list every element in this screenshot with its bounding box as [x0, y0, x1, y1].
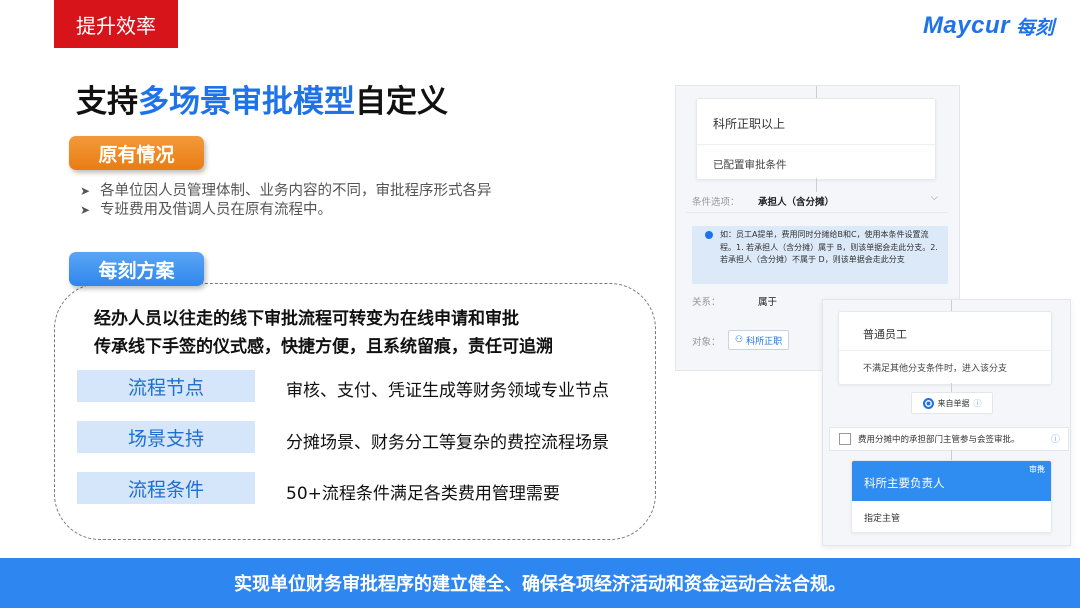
feature-desc: 分摊场景、财务分工等复杂的费控流程场景 — [286, 433, 609, 453]
approval-node-card[interactable]: ✎ 审批 科所主要负责人 指定主管 — [851, 460, 1052, 533]
branch-card[interactable]: 科所正职以上 已配置审批条件 — [696, 98, 936, 180]
flow-connector — [951, 300, 952, 311]
radio-icon[interactable] — [922, 397, 934, 409]
info-icon — [705, 231, 713, 239]
bullet-item: ➤ 专班费用及借调人员在原有流程中。 — [80, 198, 332, 219]
help-icon[interactable]: ⓘ — [1051, 432, 1060, 445]
bottom-banner: 实现单位财务审批程序的建立健全、确保各项经济活动和资金运动合法合规。 — [0, 558, 1080, 608]
solution-pill: 每刻方案 — [69, 252, 204, 286]
feature-label: 流程节点 — [77, 370, 255, 402]
condition-label: 条件选项： — [692, 197, 740, 208]
object-tag[interactable]: ⚇ 科所正职 — [728, 330, 790, 350]
bullet-text: 各单位因人员管理体制、业务内容的不同，审批程序形式各异 — [100, 183, 492, 199]
relation-label: 关系： — [692, 297, 721, 308]
title-part2: 自定义 — [355, 84, 448, 120]
original-situation-pill: 原有情况 — [69, 136, 204, 170]
tip-text: 如：员工A提单，费用同时分摊给B和C，使用本条件设置流程。1. 若承担人（含分摊… — [720, 230, 938, 264]
branch-card-title: 科所正职以上 — [713, 117, 786, 131]
flow-connector — [951, 450, 952, 460]
node-badge: 审批 — [1029, 465, 1045, 474]
condition-row[interactable]: 条件选项： 承担人（含分摊） ⌵ — [686, 190, 948, 213]
condition-select[interactable]: 承担人（含分摊） — [758, 194, 834, 208]
source-radio[interactable]: 来自单据 ⓘ — [911, 392, 993, 414]
title-part1: 支持 — [76, 84, 138, 120]
brand-logo: Maycur 每刻 — [923, 12, 1054, 40]
branch-card-subtitle: 不满足其他分支条件时，进入该分支 — [863, 364, 1008, 374]
checkbox-icon[interactable] — [839, 433, 851, 445]
feature-label: 流程条件 — [77, 472, 255, 504]
section-tag: 提升效率 — [54, 0, 178, 48]
help-icon[interactable]: ⓘ — [974, 398, 982, 409]
arrow-bullet-icon: ➤ — [80, 203, 91, 217]
bullet-text: 专班费用及借调人员在原有流程中。 — [100, 202, 332, 218]
divider — [697, 144, 935, 145]
page-title: 支持多场景审批模型自定义 — [76, 76, 448, 121]
feature-desc: 审核、支付、凭证生成等财务领域专业节点 — [286, 381, 609, 401]
divider — [839, 350, 1051, 351]
logo-text-en: Maycur — [922, 12, 1010, 39]
branch-card-subtitle: 已配置审批条件 — [713, 159, 787, 171]
solution-statement: 传承线下手签的仪式感，快捷方便，且系统留痕，责任可追溯 — [94, 337, 553, 357]
arrow-bullet-icon: ➤ — [80, 184, 91, 198]
chevron-down-icon[interactable]: ⌵ — [931, 192, 938, 203]
logo-text-cn: 每刻 — [1015, 16, 1054, 39]
radio-label: 来自单据 — [937, 398, 970, 408]
approval-node-header: ✎ 审批 科所主要负责人 — [852, 461, 1051, 501]
branch-card-title: 普通员工 — [863, 328, 907, 341]
user-icon: ⚇ — [735, 335, 744, 345]
title-highlight: 多场景审批模型 — [138, 84, 355, 120]
flow-connector — [816, 86, 817, 98]
feature-label: 场景支持 — [77, 421, 255, 453]
checkbox-label: 费用分摊中的承担部门主管参与会签审批。 — [858, 435, 1020, 445]
object-label: 对象： — [692, 337, 721, 348]
solution-statement: 经办人员以往走的线下审批流程可转变为在线申请和审批 — [94, 309, 519, 329]
object-tag-text: 科所正职 — [746, 336, 783, 347]
approval-node-subtitle: 指定主管 — [864, 514, 901, 524]
relation-select[interactable]: 属于 — [758, 294, 777, 308]
bullet-item: ➤ 各单位因人员管理体制、业务内容的不同，审批程序形式各异 — [80, 179, 492, 200]
cosign-checkbox-row[interactable]: 费用分摊中的承担部门主管参与会签审批。 ⓘ — [829, 427, 1069, 451]
approval-node-title: 科所主要负责人 — [864, 476, 945, 490]
condition-tip: 如：员工A提单，费用同时分摊给B和C，使用本条件设置流程。1. 若承担人（含分摊… — [692, 226, 948, 284]
feature-desc: 50+流程条件满足各类费用管理需要 — [286, 484, 560, 504]
approval-branch-screenshot: 普通员工 不满足其他分支条件时，进入该分支 来自单据 ⓘ 费用分摊中的承担部门主… — [822, 299, 1071, 546]
branch-card[interactable]: 普通员工 不满足其他分支条件时，进入该分支 — [838, 311, 1052, 385]
